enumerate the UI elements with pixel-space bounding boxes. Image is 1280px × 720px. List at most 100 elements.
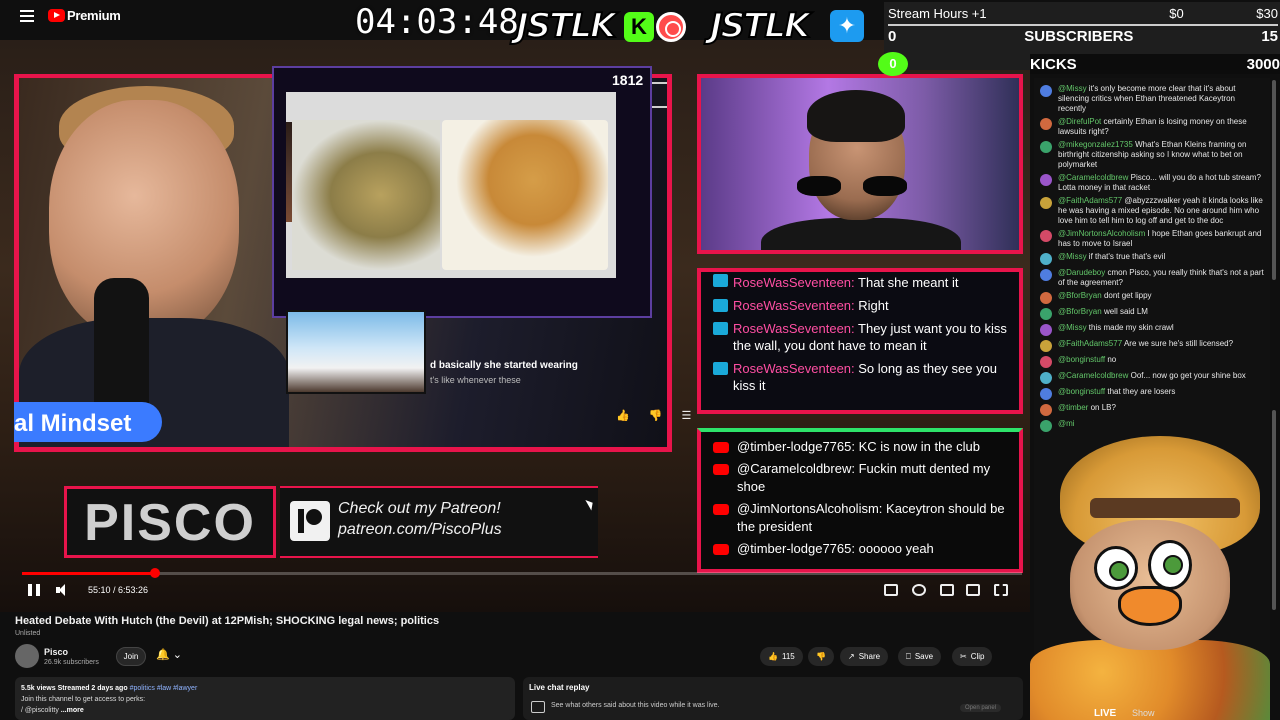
like-count: 115 — [781, 652, 795, 661]
subs-label: SUBSCRIBERS — [1024, 28, 1134, 45]
chat-avatar[interactable] — [1040, 420, 1052, 432]
unlisted-badge: Unlisted — [15, 630, 41, 637]
clip-button[interactable]: ✂ Clip — [952, 647, 993, 666]
join-button[interactable]: Join — [116, 647, 146, 666]
chat-scrollbar[interactable] — [1272, 80, 1276, 280]
chat-text: @Darudeboy cmon Pisco, you really think … — [1058, 268, 1264, 288]
kicks-row: KICKS 3000 — [1030, 54, 1280, 74]
guest-hair — [807, 90, 905, 142]
chat-message: dont get lippy — [1103, 291, 1152, 300]
bookmark-icon: ⎕ — [906, 652, 911, 661]
kick-chat-overlay: RoseWasSeventeen: That she meant it Rose… — [697, 268, 1023, 414]
pause-icon[interactable] — [28, 584, 40, 596]
channel-name[interactable]: Pisco — [44, 647, 68, 657]
chat-message: well said LM — [1103, 307, 1148, 316]
chat-scrollbar-lower[interactable] — [1272, 410, 1276, 610]
live-chat-item: @Caramelcoldbrew Oof... now go get your … — [1040, 371, 1264, 384]
kick-chat-message: RoseWasSeventeen: Right — [711, 297, 1009, 314]
channel-avatar[interactable] — [15, 644, 39, 668]
chat-replay-title: Live chat replay — [529, 683, 590, 692]
chat-text: @Missy this made my skin crawl — [1058, 323, 1174, 336]
chat-avatar[interactable] — [1040, 141, 1052, 153]
share-button[interactable]: ↗ Share — [840, 647, 889, 666]
live-chat-item: @bonginstuff that they are losers — [1040, 387, 1264, 400]
chat-avatar[interactable] — [1040, 372, 1052, 384]
cast-icon[interactable] — [966, 584, 980, 596]
chat-text: @bonginstuff no — [1058, 355, 1116, 368]
chat-username: @Missy — [1058, 252, 1087, 261]
yt-chat-message: @JimNortonsAlcoholism: Kaceytron should … — [711, 500, 1009, 536]
chat-text: @FaithAdams577 Are we sure he's still li… — [1058, 339, 1233, 352]
chat-avatar[interactable] — [1040, 324, 1052, 336]
chat-avatar[interactable] — [1040, 230, 1052, 242]
dislike-button[interactable]: 👎 — [808, 647, 834, 666]
chat-avatar[interactable] — [1040, 388, 1052, 400]
scissors-icon: ✂ — [960, 652, 967, 661]
yt-chat-message: @Caramelcoldbrew: Fuckin mutt dented my … — [711, 460, 1009, 496]
chat-username: @bonginstuff — [1058, 355, 1106, 364]
chat-username: @JimNortonsAlcoholism — [1058, 229, 1146, 238]
chat-message: Are we sure he's still licensed? — [1123, 339, 1234, 348]
chat-avatar[interactable] — [1040, 118, 1052, 130]
chat-avatar[interactable] — [1040, 292, 1052, 304]
mascot-eye-right — [1148, 540, 1192, 590]
mascot-beak — [1118, 586, 1182, 626]
menu-icon[interactable] — [20, 10, 34, 22]
live-chat-item: @Caramelcoldbrew Pisco... will you do a … — [1040, 173, 1264, 193]
live-chat-item: @Missy this made my skin crawl — [1040, 323, 1264, 336]
live-chat-item: @DirefulPot certainly Ethan is losing mo… — [1040, 117, 1264, 137]
miniplayer-icon[interactable] — [940, 584, 954, 596]
like-button[interactable]: 👍 115 — [760, 647, 803, 666]
chat-avatar[interactable] — [1040, 269, 1052, 281]
chat-avatar[interactable] — [1040, 85, 1052, 97]
settings-gear-icon[interactable] — [912, 584, 926, 596]
save-label: Save — [914, 652, 934, 661]
chat-message: this made my skin crawl — [1088, 323, 1174, 332]
clip-label: Clip — [970, 652, 985, 661]
chat-text: @mi — [1058, 419, 1075, 432]
chat-message: that they are losers — [1107, 387, 1176, 396]
chat-avatar[interactable] — [1040, 308, 1052, 320]
save-button[interactable]: ⎕ Save — [898, 647, 942, 666]
chat-avatar[interactable] — [1040, 404, 1052, 416]
progress-track[interactable] — [22, 572, 1022, 575]
patreon-line-1: Check out my Patreon! — [338, 500, 501, 517]
live-chat-item: @FaithAdams577 Are we sure he's still li… — [1040, 339, 1264, 352]
chat-username: @FaithAdams577 — [1058, 339, 1123, 348]
subs-count: 0 — [888, 28, 897, 45]
show-badge: Show — [1132, 708, 1155, 718]
kick-logo-icon: K — [624, 12, 654, 42]
chat-avatar[interactable] — [1040, 197, 1052, 209]
chat-username: @bonginstuff — [1058, 387, 1106, 396]
chat-avatar[interactable] — [1040, 340, 1052, 352]
chat-username: @FaithAdams577 — [1058, 196, 1123, 205]
sunglasses — [797, 176, 907, 198]
chat-username: @Missy — [1058, 323, 1087, 332]
share-label: Share — [858, 652, 881, 661]
chat-avatar[interactable] — [1040, 174, 1052, 186]
yt-chat-message: @timber-lodge7765: KC is now in the club — [711, 438, 1009, 456]
description-box[interactable]: 5.5k views Streamed 2 days ago #politics… — [15, 677, 515, 720]
kick-chat-message: RoseWasSeventeen: That she meant it — [711, 272, 1009, 291]
chat-avatar[interactable] — [1040, 356, 1052, 368]
open-panel-button[interactable]: Open panel — [960, 704, 1002, 712]
record-icon — [656, 12, 686, 42]
youtube-logo-icon[interactable] — [48, 9, 65, 22]
chat-text: @JimNortonsAlcoholism I hope Ethan goes … — [1058, 229, 1264, 249]
subs-goal: 15 — [1261, 28, 1278, 45]
kicks-goal: 3000 — [1246, 56, 1280, 73]
chat-username: @Caramelcoldbrew — [1058, 173, 1129, 182]
pisco-name-card: PISCO — [64, 486, 276, 558]
chat-avatar[interactable] — [1040, 253, 1052, 265]
premium-label[interactable]: Premium — [67, 8, 121, 23]
notification-bell-icon[interactable]: 🔔 ⌄ — [156, 648, 190, 665]
live-chat-item: @Darudeboy cmon Pisco, you really think … — [1040, 268, 1264, 288]
volume-icon[interactable] — [56, 584, 70, 596]
fullscreen-icon[interactable] — [994, 584, 1008, 596]
progress-scrubber[interactable] — [150, 568, 160, 578]
chat-replay-subtitle: See what others said about this video wh… — [529, 701, 1017, 713]
chat-text: @DirefulPot certainly Ethan is losing mo… — [1058, 117, 1264, 137]
guest-body — [761, 218, 961, 250]
subtitles-icon[interactable] — [884, 584, 898, 596]
yt-chat-message: @timber-lodge7765: oooooo yeah — [711, 540, 1009, 558]
